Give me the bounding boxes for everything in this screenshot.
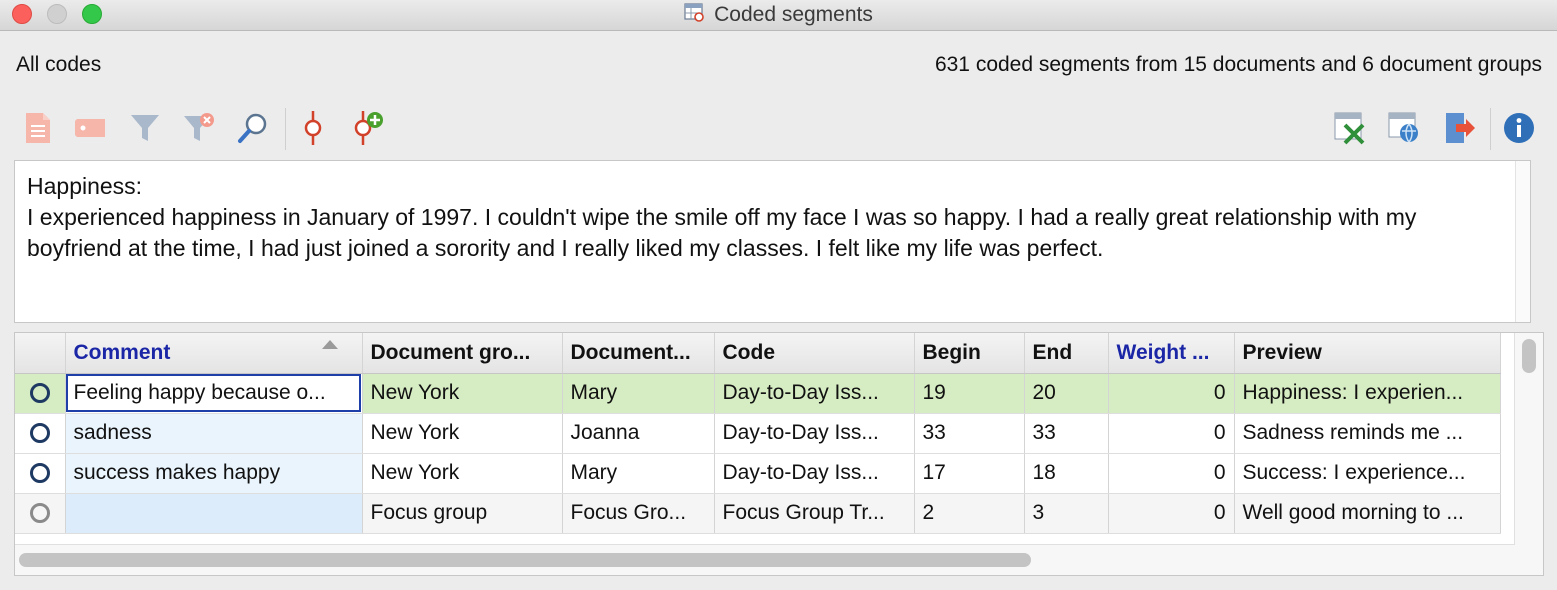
comment-cell[interactable]: success makes happy — [65, 453, 363, 494]
code-cell: Day-to-Day Iss... — [714, 413, 915, 454]
search-icon[interactable] — [235, 110, 271, 146]
status-circle-icon[interactable] — [15, 413, 66, 454]
document-cell: Mary — [562, 453, 715, 494]
comment-cell[interactable] — [65, 493, 363, 534]
status-circle-icon[interactable] — [15, 373, 66, 414]
toolbar-separator-right — [1490, 108, 1491, 150]
code-cell: Focus Group Tr... — [714, 493, 915, 534]
info-icon[interactable] — [1501, 110, 1537, 146]
table-row[interactable]: sadness New York Joanna Day-to-Day Iss..… — [15, 413, 1501, 454]
column-header-document-group[interactable]: Document gro... — [362, 333, 563, 374]
preview-heading: Happiness: — [27, 173, 143, 199]
segments-table: Comment Document gro... Document... Code… — [14, 332, 1544, 576]
column-header-weight[interactable]: Weight ... — [1108, 333, 1235, 374]
title-bar: Coded segments — [0, 0, 1557, 31]
vertical-scroll-thumb[interactable] — [1522, 339, 1536, 373]
weight-cell[interactable]: 0 — [1108, 453, 1235, 494]
document-group-cell: New York — [362, 413, 563, 454]
sort-ascending-icon — [321, 340, 338, 349]
table-horizontal-scrollbar[interactable] — [15, 544, 1515, 575]
info-bar: All codes 631 coded segments from 15 doc… — [16, 53, 1542, 77]
export-icon[interactable] — [1441, 110, 1477, 146]
end-cell: 3 — [1024, 493, 1109, 534]
code-pin-icon[interactable] — [295, 110, 331, 146]
end-cell: 18 — [1024, 453, 1109, 494]
begin-cell: 19 — [914, 373, 1025, 414]
preview-cell: Happiness: I experien... — [1234, 373, 1501, 414]
table-row[interactable]: Feeling happy because o... New York Mary… — [15, 373, 1501, 414]
preview-cell: Success: I experience... — [1234, 453, 1501, 494]
scope-label: All codes — [16, 53, 102, 76]
document-group-cell: New York — [362, 373, 563, 414]
end-cell: 20 — [1024, 373, 1109, 414]
toolbar-separator — [285, 108, 286, 150]
table-header-row: Comment Document gro... Document... Code… — [15, 333, 1501, 374]
add-code-pin-icon[interactable] — [350, 110, 386, 146]
weight-cell[interactable]: 0 — [1108, 493, 1235, 534]
column-header-begin[interactable]: Begin — [914, 333, 1025, 374]
weight-cell[interactable]: 0 — [1108, 373, 1235, 414]
code-cell: Day-to-Day Iss... — [714, 373, 915, 414]
tag-icon[interactable] — [73, 110, 109, 146]
column-header-comment[interactable]: Comment — [65, 333, 363, 374]
preview-cell: Sadness reminds me ... — [1234, 413, 1501, 454]
filter-icon[interactable] — [127, 110, 163, 146]
column-header-document[interactable]: Document... — [562, 333, 715, 374]
horizontal-scroll-thumb[interactable] — [19, 553, 1031, 567]
web-export-icon[interactable] — [1386, 110, 1422, 146]
document-group-cell: Focus group — [362, 493, 563, 534]
clear-filter-icon[interactable] — [181, 110, 217, 146]
table-vertical-scrollbar[interactable] — [1514, 333, 1543, 545]
excel-export-icon[interactable] — [1332, 110, 1368, 146]
scrollbar-corner — [1515, 545, 1543, 575]
preview-cell: Well good morning to ... — [1234, 493, 1501, 534]
window-title: Coded segments — [714, 3, 873, 26]
document-icon[interactable] — [20, 110, 56, 146]
table-row[interactable]: success makes happy New York Mary Day-to… — [15, 453, 1501, 494]
table-row[interactable]: Focus group Focus Gro... Focus Group Tr.… — [15, 493, 1501, 534]
column-header-status[interactable] — [15, 333, 66, 374]
segment-preview-panel[interactable]: Happiness: I experienced happiness in Ja… — [14, 160, 1531, 323]
begin-cell: 2 — [914, 493, 1025, 534]
coded-segments-window-icon — [684, 2, 706, 29]
begin-cell: 17 — [914, 453, 1025, 494]
column-header-preview[interactable]: Preview — [1234, 333, 1501, 374]
document-cell: Focus Gro... — [562, 493, 715, 534]
column-header-code[interactable]: Code — [714, 333, 915, 374]
comment-cell[interactable]: Feeling happy because o... — [65, 373, 363, 414]
comment-cell[interactable]: sadness — [65, 413, 363, 454]
status-circle-icon[interactable] — [15, 493, 66, 534]
document-cell: Mary — [562, 373, 715, 414]
segment-count-label: 631 coded segments from 15 documents and… — [934, 53, 1542, 76]
document-group-cell: New York — [362, 453, 563, 494]
weight-cell[interactable]: 0 — [1108, 413, 1235, 454]
preview-body: I experienced happiness in January of 19… — [27, 204, 1417, 261]
status-circle-icon[interactable] — [15, 453, 66, 494]
preview-scrollbar[interactable] — [1515, 161, 1530, 322]
begin-cell: 33 — [914, 413, 1025, 454]
code-cell: Day-to-Day Iss... — [714, 453, 915, 494]
column-header-end[interactable]: End — [1024, 333, 1109, 374]
document-cell: Joanna — [562, 413, 715, 454]
end-cell: 33 — [1024, 413, 1109, 454]
